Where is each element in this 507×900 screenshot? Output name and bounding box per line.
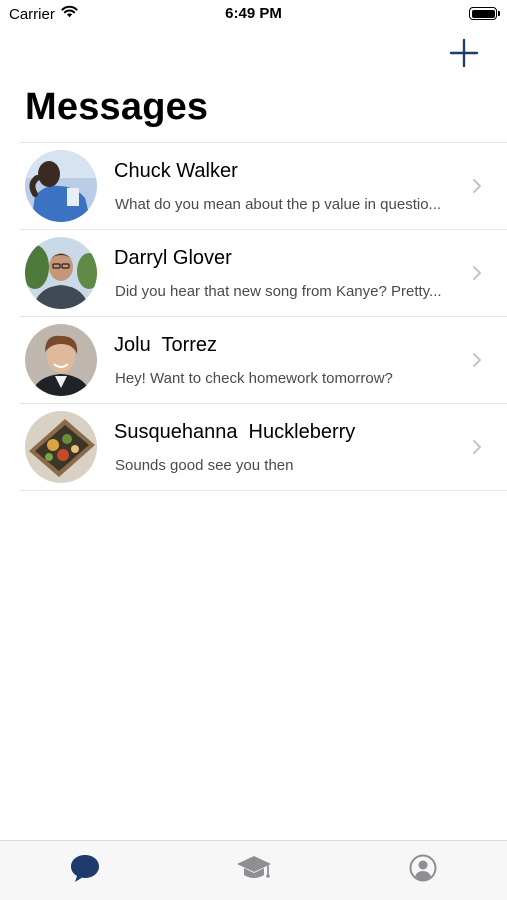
status-bar: Carrier 6:49 PM xyxy=(0,0,507,28)
contact-name: Darryl Glover xyxy=(114,247,232,269)
message-row[interactable]: Susquehanna Huckleberry Sounds good see … xyxy=(20,404,507,491)
message-row[interactable]: Chuck Walker What do you mean about the … xyxy=(20,143,507,230)
message-preview: Hey! Want to check homework tomorrow? xyxy=(115,370,393,387)
contact-name: Chuck Walker xyxy=(114,160,238,182)
message-row[interactable]: Darryl Glover Did you hear that new song… xyxy=(20,230,507,317)
tab-classes[interactable] xyxy=(169,841,338,900)
graduation-cap-icon xyxy=(236,856,271,878)
message-list: Chuck Walker What do you mean about the … xyxy=(20,142,507,491)
chevron-right-icon xyxy=(473,353,481,367)
avatar xyxy=(25,150,97,222)
page-title: Messages xyxy=(25,86,209,128)
chevron-right-icon xyxy=(473,179,481,193)
message-row[interactable]: Jolu Torrez Hey! Want to check homework … xyxy=(20,317,507,404)
contact-name: Jolu Torrez xyxy=(114,334,218,356)
message-preview: What do you mean about the p value in qu… xyxy=(115,196,442,213)
message-preview: Did you hear that new song from Kanye? P… xyxy=(115,283,442,300)
avatar xyxy=(25,411,97,483)
avatar xyxy=(25,237,97,309)
message-preview: Sounds good see you then xyxy=(115,457,294,474)
person-circle-icon xyxy=(409,854,436,882)
tab-profile[interactable] xyxy=(338,841,507,900)
chevron-right-icon xyxy=(473,440,481,454)
avatar xyxy=(25,324,97,396)
add-message-button[interactable] xyxy=(447,36,481,70)
status-time: 6:49 PM xyxy=(225,5,282,22)
chat-bubble-icon xyxy=(70,855,99,882)
tab-bar xyxy=(0,840,507,900)
battery-icon xyxy=(469,7,500,20)
tab-messages[interactable] xyxy=(0,841,169,900)
plus-icon xyxy=(449,38,479,68)
contact-name: Susquehanna Huckleberry xyxy=(114,421,356,443)
chevron-right-icon xyxy=(473,266,481,280)
